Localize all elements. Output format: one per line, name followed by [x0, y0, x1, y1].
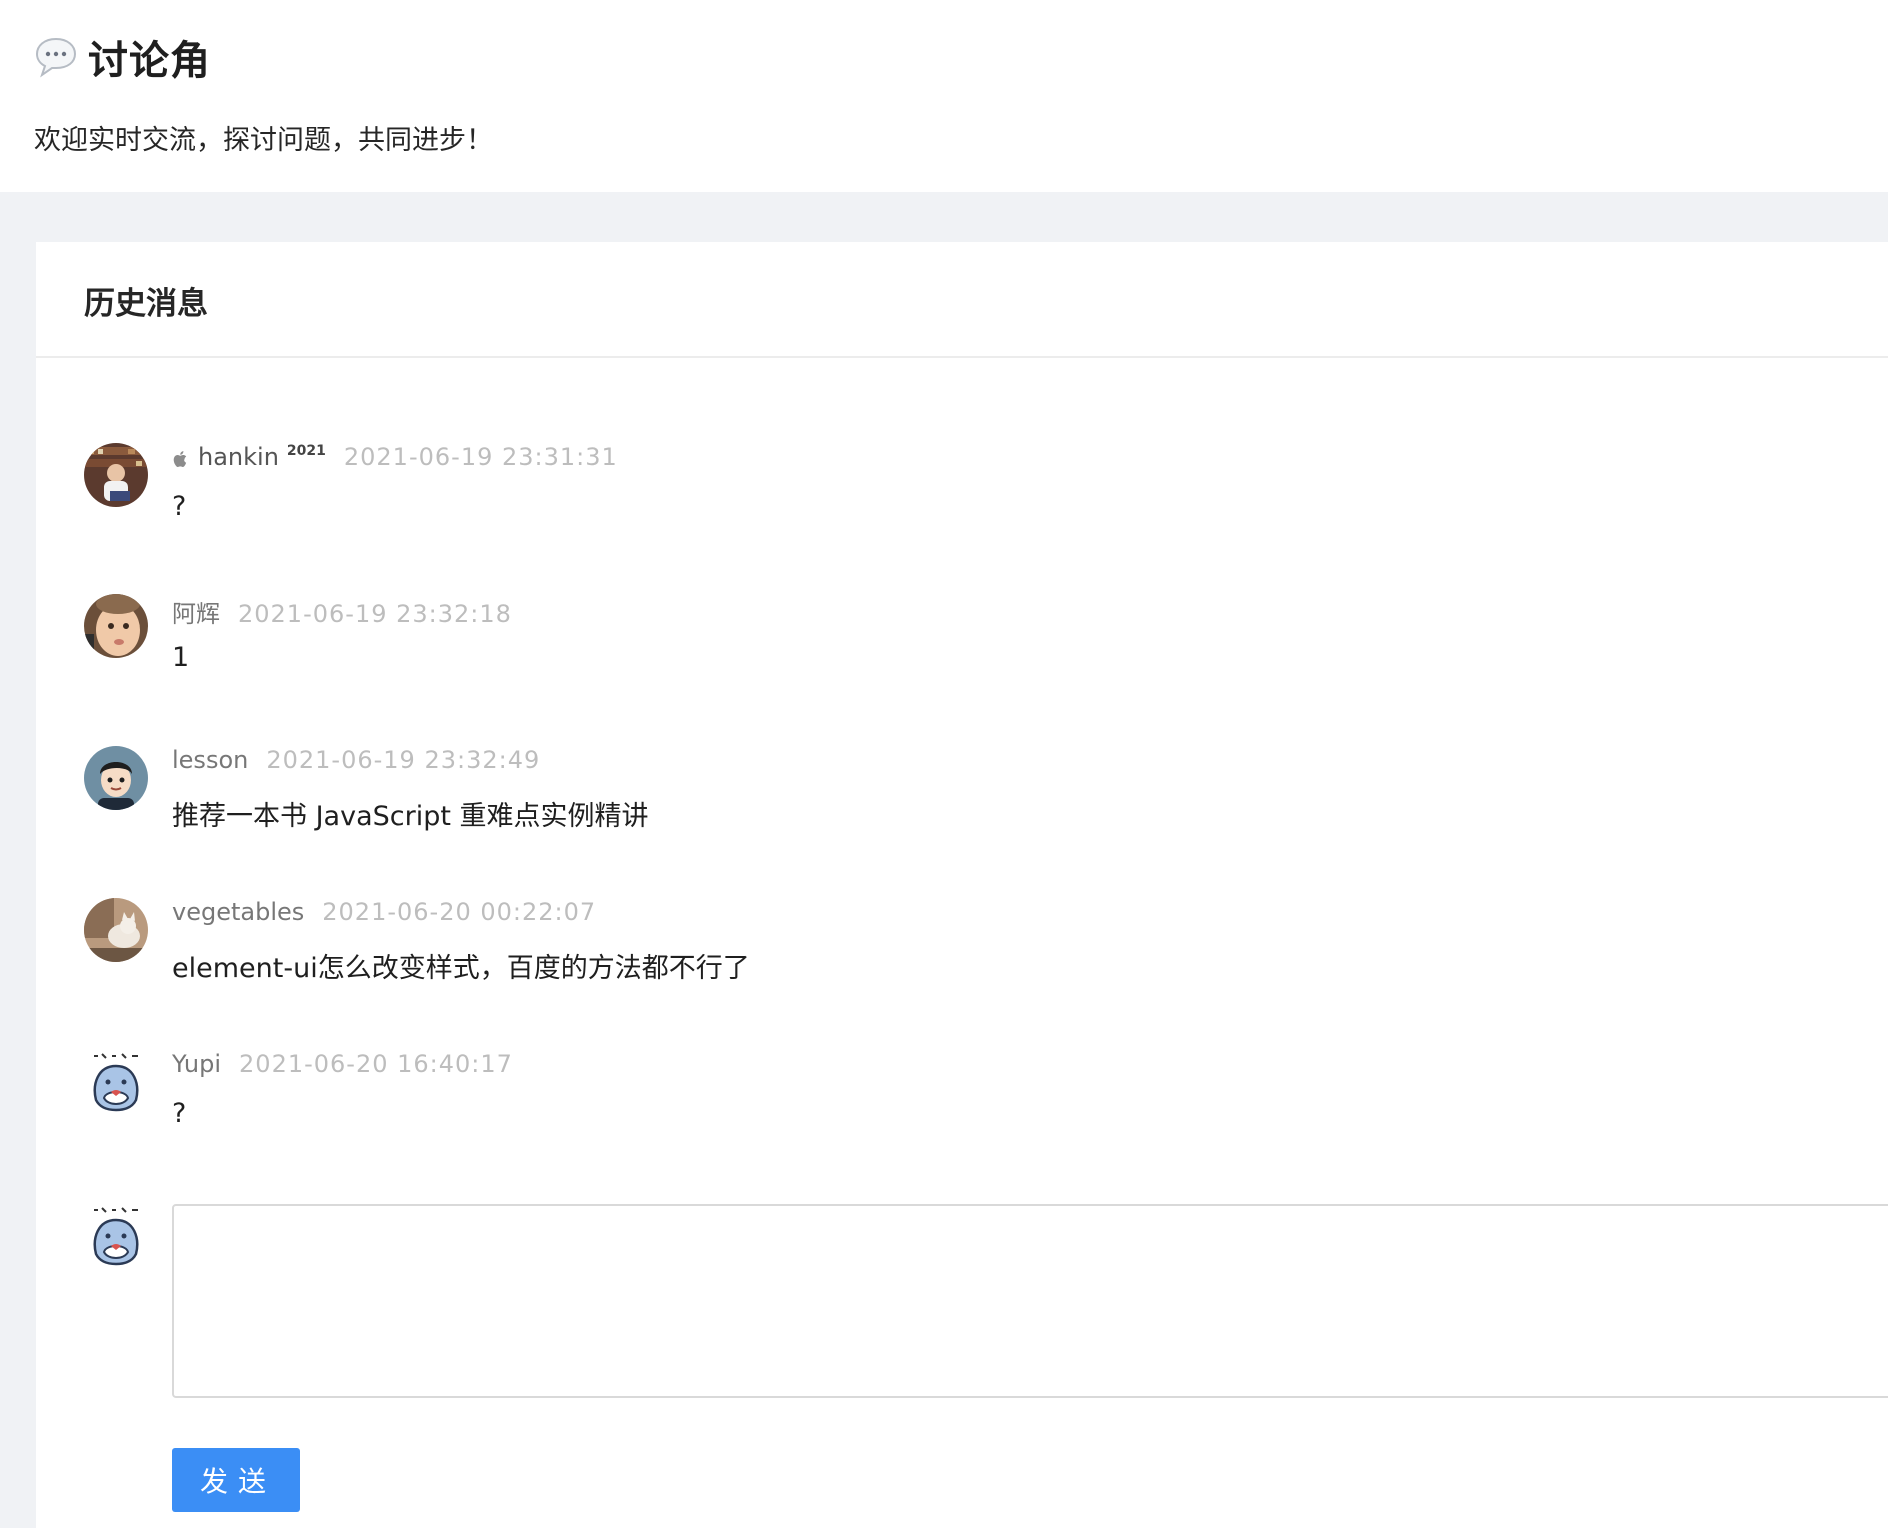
send-button[interactable]: 发送: [172, 1448, 300, 1512]
message-meta: Yupi 2021-06-20 16:40:17: [172, 1050, 513, 1078]
avatar[interactable]: [84, 1050, 148, 1114]
title-row: 讨论角: [34, 28, 211, 86]
page-header: 讨论角 欢迎实时交流，探讨问题，共同进步！: [0, 0, 1888, 192]
message-time: 2021-06-20 00:22:07: [322, 898, 597, 926]
card-header: 历史消息: [36, 242, 1888, 358]
card-title: 历史消息: [84, 286, 208, 322]
message-meta: lesson 2021-06-19 23:32:49: [172, 746, 540, 774]
message-input[interactable]: [172, 1204, 1888, 1398]
message-item: lesson 2021-06-19 23:32:49 推荐一本书 JavaScr…: [84, 746, 1864, 836]
message-time: 2021-06-19 23:32:49: [266, 746, 541, 774]
message-content: ?: [172, 1098, 187, 1129]
page-title: 讨论角: [88, 38, 211, 84]
message-content: 1: [172, 642, 190, 673]
author-name[interactable]: 阿辉: [172, 594, 220, 629]
apple-icon: [172, 447, 190, 467]
message-item: vegetables 2021-06-20 00:22:07 element-u…: [84, 898, 1864, 988]
message-content: ?: [172, 491, 187, 522]
author-name[interactable]: hankin: [198, 443, 279, 471]
message-item: hankin 2021 2021-06-19 23:31:31 ?: [84, 443, 1864, 533]
author-name[interactable]: lesson: [172, 746, 248, 774]
message-time: 2021-06-20 16:40:17: [239, 1050, 513, 1078]
avatar[interactable]: [84, 898, 148, 962]
author-name[interactable]: vegetables: [172, 898, 304, 926]
message-item: Yupi 2021-06-20 16:40:17 ?: [84, 1050, 1864, 1140]
author-name[interactable]: Yupi: [172, 1050, 221, 1078]
message-meta: hankin 2021 2021-06-19 23:31:31: [172, 443, 618, 471]
speech-bubble-icon: [34, 35, 78, 79]
page-subtitle: 欢迎实时交流，探讨问题，共同进步！: [34, 125, 493, 156]
history-card: 历史消息 hankin 2021 2021-06-19 23:31:31 ? 阿…: [36, 242, 1888, 1528]
avatar[interactable]: [84, 746, 148, 810]
message-item: 阿辉 2021-06-19 23:32:18 1: [84, 594, 1864, 684]
current-user-avatar[interactable]: [84, 1204, 148, 1268]
message-content: 推荐一本书 JavaScript 重难点实例精讲: [172, 801, 649, 832]
message-meta: 阿辉 2021-06-19 23:32:18: [172, 594, 512, 629]
author-tag: 2021: [286, 443, 326, 459]
message-content: element-ui怎么改变样式，百度的方法都不行了: [172, 953, 750, 984]
avatar[interactable]: [84, 443, 148, 507]
message-time: 2021-06-19 23:31:31: [343, 443, 618, 471]
message-time: 2021-06-19 23:32:18: [238, 600, 512, 628]
message-meta: vegetables 2021-06-20 00:22:07: [172, 898, 596, 926]
avatar[interactable]: [84, 594, 148, 658]
